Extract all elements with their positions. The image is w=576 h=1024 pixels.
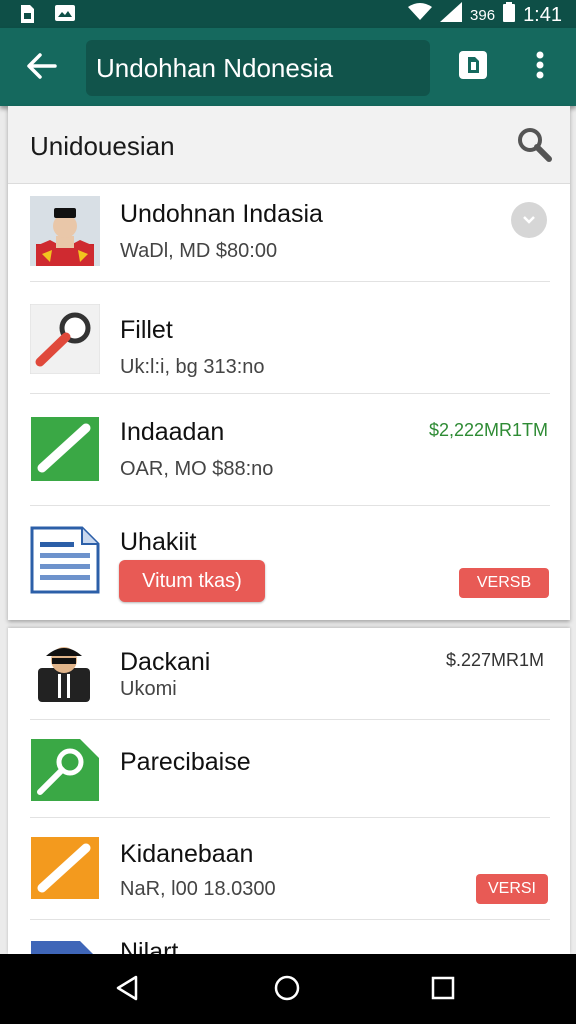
navigation-bar [0,954,576,1024]
app-title: Undohhan Ndonesia [96,53,334,83]
battery-icon [503,2,516,28]
item-title: Undohnan Indasia [120,200,323,228]
item-subtitle: Ukomi [120,678,177,700]
action-pill-button[interactable]: Vitum tkas) [119,560,265,602]
image-notification-icon [54,4,76,29]
expand-button[interactable] [511,202,547,238]
more-options-button[interactable] [522,48,558,86]
document-button[interactable] [454,48,492,86]
search-button[interactable] [512,124,556,168]
list-item[interactable]: Fillet Uk:l:i, bg 313:no [8,282,570,394]
item-amount: $.227MR1M [445,650,544,670]
edit-orange-icon [30,836,100,906]
list-item[interactable]: Parecibaise [8,720,570,818]
avatar [30,196,100,266]
item-title: Dackani [120,648,211,676]
document-blue-icon [30,940,100,954]
item-title: Uhakiit [120,528,197,556]
item-subtitle: OAR, MO $88:no [120,458,274,480]
detective-icon [36,642,92,702]
title-field[interactable]: Undohhan Ndonesia [86,40,430,96]
sim-card-icon [18,4,36,29]
battery-percent: 396 [470,6,496,24]
app-bar: Undohhan Ndonesia [0,28,576,106]
list-item[interactable]: Dackani Ukomi $.227MR1M [8,628,570,720]
search-tool-icon [29,303,101,375]
nav-recents-button[interactable] [422,969,464,1011]
item-amount: $2,222MR1TM [428,420,548,440]
magnifier-green-icon [30,738,100,808]
signal-icon [440,2,463,28]
document-list-icon [30,526,100,596]
item-title: Fillet [120,316,173,344]
item-title: Kidanebaan [120,840,254,868]
triangle-back-icon [115,975,139,1006]
nav-home-button[interactable] [266,969,308,1011]
document-icon [458,50,488,85]
search-icon [516,126,552,167]
search-header-label: Unidouesian [30,131,175,161]
search-header: Unidouesian [8,106,570,184]
back-button[interactable] [20,46,64,90]
list-item[interactable]: Uhakiit Vitum tkas) VERSB [8,506,570,620]
item-subtitle: NaR, l00 18.0300 [120,878,276,900]
more-vertical-icon [536,51,544,84]
chevron-down-icon [523,211,535,229]
clock: 1:41 [523,3,562,26]
edit-green-icon [30,416,100,486]
nav-back-button[interactable] [106,969,148,1011]
list-item[interactable]: Undohnan Indasia WaDl, MD $80:00 [8,184,570,282]
more-results-card: Dackani Ukomi $.227MR1M Parecibaise Kida… [8,628,570,954]
list-item[interactable]: Indaadan OAR, MO $88:no $2,222MR1TM [8,394,570,506]
list-item[interactable]: Nilart [8,920,570,954]
square-recents-icon [431,976,455,1005]
item-subtitle: Uk:l:i, bg 313:no [120,356,265,378]
item-title: Nilart [120,938,179,954]
results-card: Unidouesian Undohnan Indasia WaDl, MD $8… [8,106,570,620]
status-bar: 396 1:41 [0,0,576,28]
item-title: Indaadan [120,418,225,446]
wifi-icon [408,3,433,27]
item-subtitle: WaDl, MD $80:00 [120,240,278,262]
status-badge: VERSI [476,874,548,904]
arrow-left-icon [27,52,57,84]
item-title: Parecibaise [120,748,251,776]
list-item[interactable]: Kidanebaan NaR, l00 18.0300 VERSI [8,818,570,920]
status-badge: VERSB [459,568,549,598]
circle-home-icon [273,974,301,1007]
